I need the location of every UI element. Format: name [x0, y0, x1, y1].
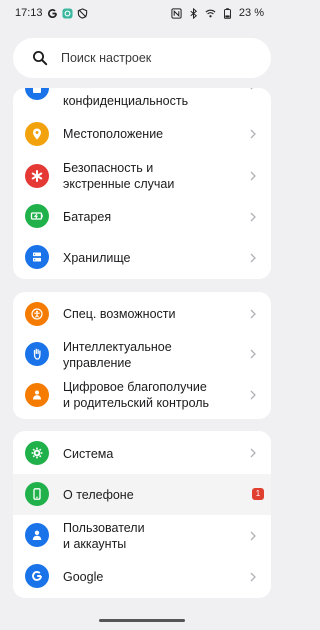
- battery-charging-icon: [25, 204, 49, 228]
- google-icon: [25, 564, 49, 588]
- chevron-right-icon: [250, 572, 256, 582]
- google-g-icon: [47, 8, 58, 19]
- chevron-right-icon: [250, 531, 256, 541]
- hand-icon: [25, 342, 49, 366]
- users-icon: [25, 523, 49, 547]
- system-gear-icon: [25, 441, 49, 465]
- chevron-right-icon: [250, 309, 256, 319]
- app-notification-icon: [61, 7, 73, 19]
- settings-item-label: Батарея: [63, 210, 112, 224]
- settings-item-privacy[interactable]: конфиденциальность: [13, 88, 271, 114]
- wifi-icon: [205, 8, 216, 19]
- search-bar[interactable]: Поиск настроек: [13, 38, 271, 78]
- notification-badge: 1: [252, 488, 264, 500]
- dnd-icon: [77, 7, 88, 19]
- settings-item-accessibility[interactable]: Спец. возможности: [13, 292, 271, 334]
- status-time: 17:13: [15, 7, 43, 19]
- settings-item-label: конфиденциальность: [63, 94, 189, 108]
- chevron-right-icon: [250, 212, 256, 222]
- chevron-right-icon: [250, 349, 256, 359]
- settings-card-accessibility-group: Спец. возможности Интеллектуальное управ…: [13, 292, 271, 419]
- settings-item-label: Хранилище: [63, 251, 131, 265]
- battery-icon: [222, 7, 233, 19]
- settings-item-digital-wellbeing[interactable]: Цифровое благополучие и родительский кон…: [13, 374, 271, 419]
- settings-card-privacy-group: конфиденциальность Местоположение Безопа…: [13, 88, 271, 279]
- wellbeing-icon: [25, 383, 49, 407]
- chevron-right-icon: [250, 88, 253, 90]
- battery-percent: 23 %: [238, 7, 264, 19]
- status-left: 17:13: [15, 7, 88, 19]
- settings-item-location[interactable]: Местоположение: [13, 114, 271, 154]
- emergency-icon: [25, 164, 49, 188]
- bluetooth-icon: [188, 7, 199, 19]
- search-placeholder: Поиск настроек: [61, 51, 152, 65]
- settings-item-about-phone[interactable]: О телефоне 1: [13, 474, 271, 515]
- settings-item-users-accounts[interactable]: Пользователи и аккаунты: [13, 515, 271, 557]
- chevron-right-icon: [250, 448, 256, 458]
- chevron-right-icon: [250, 171, 256, 181]
- settings-item-label: Цифровое благополучие и родительский кон…: [63, 380, 210, 410]
- settings-item-label: Интеллектуальное управление: [63, 340, 172, 370]
- accessibility-icon: [25, 302, 49, 326]
- chevron-right-icon: [250, 390, 256, 400]
- settings-item-system[interactable]: Система: [13, 431, 271, 474]
- settings-card-system-group: Система О телефоне 1 Пользователи и акка…: [13, 431, 271, 598]
- phone-icon: [25, 482, 49, 506]
- search-icon: [33, 51, 48, 66]
- settings-item-safety[interactable]: Безопасность и экстренные случаи: [13, 154, 271, 198]
- nfc-icon: [171, 7, 182, 19]
- storage-icon: [25, 245, 49, 269]
- settings-item-battery[interactable]: Батарея: [13, 198, 271, 238]
- settings-item-google[interactable]: Google: [13, 557, 271, 598]
- settings-item-label: Местоположение: [63, 127, 164, 141]
- settings-item-label: О телефоне: [63, 488, 134, 502]
- chevron-right-icon: [250, 253, 256, 263]
- chevron-right-icon: [250, 129, 256, 139]
- settings-item-label: Спец. возможности: [63, 307, 176, 321]
- lock-icon: [25, 88, 49, 100]
- settings-item-label: Безопасность и экстренные случаи: [63, 161, 175, 191]
- status-right: 23 %: [171, 7, 264, 19]
- location-icon: [25, 122, 49, 146]
- settings-item-storage[interactable]: Хранилище: [13, 238, 271, 279]
- status-bar: 17:13 23 %: [0, 0, 284, 28]
- settings-item-label: Пользователи и аккаунты: [63, 521, 145, 551]
- settings-item-label: Система: [63, 447, 114, 461]
- settings-item-label: Google: [63, 570, 104, 584]
- home-indicator[interactable]: [99, 619, 185, 622]
- settings-item-smart-control[interactable]: Интеллектуальное управление: [13, 334, 271, 374]
